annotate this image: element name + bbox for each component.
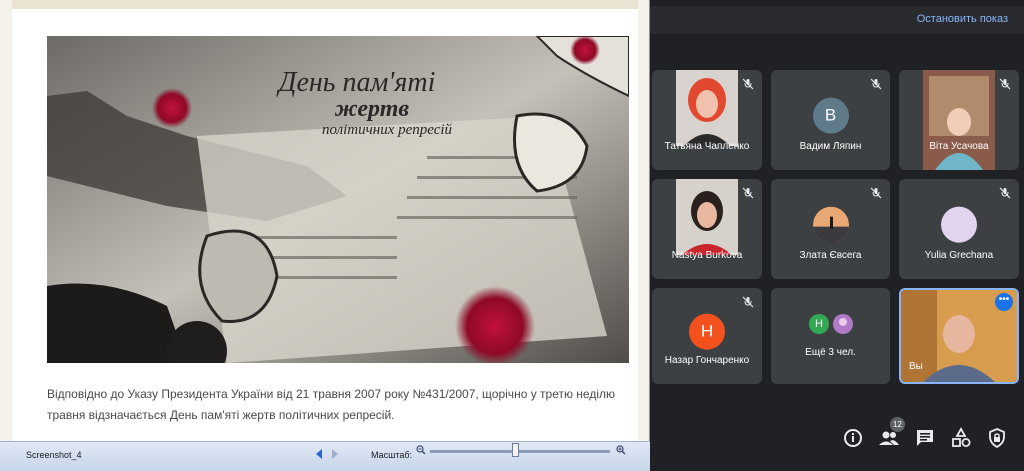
self-tile[interactable]: ••• Вы: [899, 288, 1019, 384]
presentation-bar: Остановить показ: [650, 0, 1024, 40]
participant-group-tile[interactable]: Н Ещё 3 чел.: [771, 288, 890, 384]
zoom-in-icon[interactable]: [616, 445, 626, 455]
mic-off-icon: [999, 187, 1011, 199]
participant-name: Ещё 3 чел.: [805, 347, 856, 358]
mic-off-icon: [870, 187, 882, 199]
avatar: Н: [809, 314, 829, 334]
participant-video: [676, 70, 738, 146]
page-top-strip: [12, 0, 638, 9]
participant-video: [676, 179, 738, 255]
participant-tile[interactable]: Yulia Grechana: [899, 179, 1019, 279]
zoom-out-icon[interactable]: [416, 445, 426, 455]
activities-icon[interactable]: [950, 427, 972, 449]
participant-tile[interactable]: Nastya Burkova: [652, 179, 762, 279]
participant-tile[interactable]: Віта Усачова: [899, 70, 1019, 170]
participant-name: Yulia Grechana: [924, 250, 994, 261]
participant-tile[interactable]: Татьяна Чапленко: [652, 70, 762, 170]
more-options-icon[interactable]: •••: [995, 293, 1013, 311]
hero-title-line: жертв: [334, 96, 410, 123]
participant-name: Назар Гончаренко: [664, 355, 750, 366]
stop-presenting-button[interactable]: Остановить показ: [917, 13, 1008, 25]
participant-name: Nastya Burkova: [671, 250, 743, 261]
host-controls-icon[interactable]: [986, 427, 1008, 449]
viewer-statusbar: Screenshot_4 Масштаб:: [0, 441, 650, 471]
zoom-slider-thumb[interactable]: [511, 443, 519, 457]
avatar: [941, 206, 977, 243]
mic-off-icon: [742, 78, 754, 90]
participant-name: Вы: [909, 361, 923, 372]
mic-off-icon: [742, 296, 754, 308]
participant-tile[interactable]: Н Назар Гончаренко: [652, 288, 762, 384]
avatar: Н: [689, 313, 725, 350]
hero-title-line: політичних репресій: [321, 121, 453, 138]
image-viewer-window: День пам'яті жертв політичних репресій В…: [0, 0, 650, 471]
file-name: Screenshot_4: [26, 450, 82, 460]
hero-title-line: День пам'яті: [278, 67, 436, 98]
info-icon[interactable]: [842, 427, 864, 449]
participant-tile[interactable]: В Вадим Ляпин: [771, 70, 890, 170]
mic-off-icon: [870, 78, 882, 90]
people-icon[interactable]: [878, 427, 900, 449]
participant-video: [923, 70, 995, 170]
mic-off-icon: [742, 187, 754, 199]
avatar: [833, 314, 853, 334]
chat-icon[interactable]: [914, 427, 936, 449]
avatar: [812, 206, 849, 243]
avatar: В: [812, 97, 849, 134]
participant-name: Злата Євсега: [799, 250, 862, 261]
participant-name: Віта Усачова: [929, 141, 989, 152]
participant-name: Татьяна Чапленко: [664, 141, 750, 152]
participant-tile[interactable]: Злата Євсега: [771, 179, 890, 279]
zoom-slider-track[interactable]: [430, 450, 610, 453]
prev-image-icon[interactable]: [314, 448, 324, 460]
article-caption: Відповідно до Указу Президента України в…: [47, 387, 616, 422]
participant-name: Вадим Ляпин: [799, 141, 862, 152]
mic-off-icon: [999, 78, 1011, 90]
hero-title: День пам'яті жертв політичних репресій: [237, 68, 477, 138]
hero-image: День пам'яті жертв політичних репресій: [47, 36, 629, 363]
zoom-label: Масштаб:: [371, 450, 413, 460]
next-image-icon[interactable]: [330, 448, 340, 460]
